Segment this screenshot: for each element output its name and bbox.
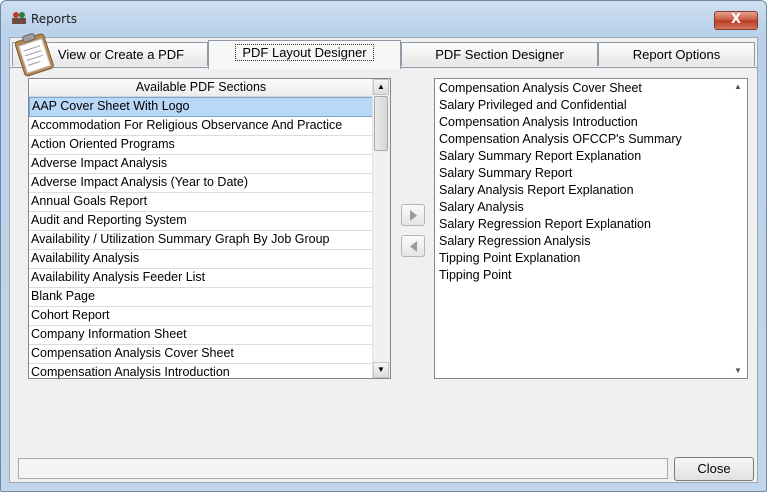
available-section-item[interactable]: Blank Page — [29, 288, 373, 307]
clipboard-icon — [14, 33, 54, 77]
tab-pdf-layout-designer[interactable]: PDF Layout Designer — [208, 40, 401, 69]
selected-section-item[interactable]: Salary Regression Analysis — [435, 233, 747, 250]
title-bar[interactable]: Reports X — [1, 1, 766, 37]
window-title: Reports — [31, 12, 78, 26]
arrow-left-icon — [410, 241, 417, 252]
available-section-item[interactable]: Availability Analysis Feeder List — [29, 269, 373, 288]
available-section-item[interactable]: Accommodation For Religious Observance A… — [29, 117, 373, 136]
window-close-button[interactable]: X — [714, 11, 758, 30]
available-section-item[interactable]: Action Oriented Programs — [29, 136, 373, 155]
available-section-item[interactable]: AAP Cover Sheet With Logo — [29, 97, 373, 117]
tab-label: PDF Layout Designer — [235, 44, 374, 61]
tab-label: PDF Section Designer — [435, 47, 564, 62]
available-section-item[interactable]: Annual Goals Report — [29, 193, 373, 212]
available-section-item[interactable]: Availability Analysis — [29, 250, 373, 269]
scroll-up-button[interactable]: ▲ — [373, 79, 389, 95]
close-button[interactable]: Close — [674, 457, 754, 481]
available-section-item[interactable]: Availability / Utilization Summary Graph… — [29, 231, 373, 250]
available-section-item[interactable]: Adverse Impact Analysis — [29, 155, 373, 174]
tab-label: View or Create a PDF — [57, 47, 185, 62]
close-icon: X — [730, 12, 742, 27]
arrow-right-icon — [410, 210, 417, 221]
remove-section-button[interactable] — [401, 235, 425, 257]
scroll-down-arrow-icon[interactable]: ▼ — [730, 366, 746, 375]
available-list-scrollbar[interactable]: ▲ ▼ — [372, 79, 390, 378]
available-section-item[interactable]: Compensation Analysis Cover Sheet — [29, 345, 373, 364]
selected-section-item[interactable]: Compensation Analysis Introduction — [435, 114, 747, 131]
add-section-button[interactable] — [401, 204, 425, 226]
selected-section-item[interactable]: Salary Analysis Report Explanation — [435, 182, 747, 199]
selected-section-item[interactable]: Salary Summary Report — [435, 165, 747, 182]
scroll-down-button[interactable]: ▼ — [373, 362, 389, 378]
client-area: View or Create a PDF PDF Layout Designer… — [9, 37, 758, 483]
selected-section-item[interactable]: Tipping Point — [435, 267, 747, 284]
selected-section-item[interactable]: Salary Analysis — [435, 199, 747, 216]
selected-section-item[interactable]: Compensation Analysis OFCCP's Summary — [435, 131, 747, 148]
selected-section-item[interactable]: Salary Summary Report Explanation — [435, 148, 747, 165]
selected-sections-list[interactable]: Compensation Analysis Cover Sheet Salary … — [434, 78, 748, 379]
available-section-item[interactable]: Cohort Report — [29, 307, 373, 326]
scroll-up-arrow-icon[interactable]: ▲ — [730, 82, 746, 91]
tab-pdf-section-designer[interactable]: PDF Section Designer — [401, 42, 598, 66]
available-section-item[interactable]: Audit and Reporting System — [29, 212, 373, 231]
reports-window: Reports X View or Create a PDF PDF Layou… — [0, 0, 767, 492]
selected-section-item[interactable]: Salary Regression Report Explanation — [435, 216, 747, 233]
scroll-thumb[interactable] — [374, 96, 388, 151]
selected-section-item[interactable]: Tipping Point Explanation — [435, 250, 747, 267]
status-bar — [18, 458, 668, 479]
tab-label: Report Options — [632, 47, 721, 62]
available-section-item[interactable]: Company Information Sheet — [29, 326, 373, 345]
available-section-item[interactable]: Adverse Impact Analysis (Year to Date) — [29, 174, 373, 193]
available-sections-list[interactable]: Available PDF Sections AAP Cover Sheet W… — [28, 78, 391, 379]
layout-designer-panel: Available PDF Sections AAP Cover Sheet W… — [10, 67, 757, 454]
available-section-item[interactable]: Compensation Analysis Introduction — [29, 364, 373, 379]
tab-report-options[interactable]: Report Options — [598, 42, 755, 66]
reports-app-icon — [12, 12, 26, 24]
selected-list-scrollbar[interactable]: ▲ ▼ — [730, 79, 747, 378]
selected-section-item[interactable]: Salary Privileged and Confidential — [435, 97, 747, 114]
selected-section-item[interactable]: Compensation Analysis Cover Sheet — [435, 80, 747, 97]
available-sections-header: Available PDF Sections — [29, 79, 373, 97]
